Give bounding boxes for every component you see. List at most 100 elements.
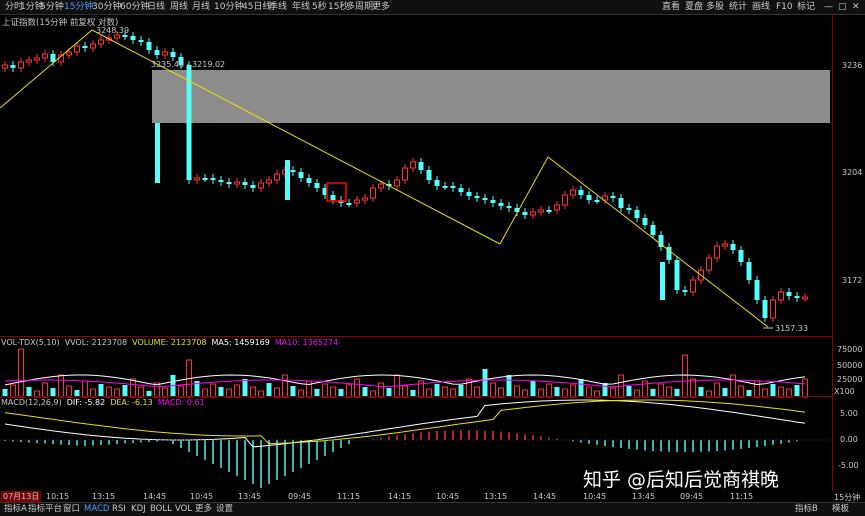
candle-body <box>314 183 320 188</box>
period-tab[interactable]: 年线 <box>292 1 310 13</box>
candle-body <box>530 211 536 216</box>
candle-body <box>738 250 744 262</box>
toolbar-button[interactable]: 夏盘 <box>685 1 703 13</box>
period-tab[interactable]: 15分钟 <box>64 1 93 13</box>
volume-bar <box>682 354 688 398</box>
toolbar-button[interactable]: F10 <box>776 1 793 13</box>
period-tab[interactable]: 多周期 <box>346 1 373 13</box>
range-label: 3235.46 - 3219.02 <box>151 60 225 69</box>
vvol-value: VVOL: 2123708 <box>64 338 128 347</box>
indicator-tab[interactable]: 指标A <box>4 504 27 515</box>
candlestick-chart[interactable]: 3248.39 3235.46 - 3219.02 3157.33 <box>0 14 832 502</box>
candle-body <box>722 243 728 247</box>
time-tick: 09:45 <box>680 492 704 501</box>
time-tick: 14:45 <box>533 492 557 501</box>
indicator-tab[interactable]: 更多 <box>195 504 212 515</box>
candle-body <box>394 179 400 187</box>
macd-value: MACD: 0.61 <box>157 398 205 407</box>
candle-body <box>714 245 720 259</box>
volume-bar <box>282 374 288 398</box>
minimize-icon[interactable]: — <box>824 1 833 13</box>
period-tab[interactable]: 5分钟 <box>40 1 64 13</box>
candle-body <box>546 210 552 212</box>
candle-body <box>82 46 88 48</box>
time-tick: 14:45 <box>143 492 167 501</box>
indicator-tab[interactable]: VOL <box>175 504 192 515</box>
candle-body <box>290 170 296 172</box>
candle-body <box>746 262 752 280</box>
toolbar-button[interactable]: 标记 <box>797 1 815 13</box>
volume-pane-divider <box>0 336 832 337</box>
restore-icon[interactable]: ▢ <box>838 1 847 13</box>
indicator-tab[interactable]: MACD <box>84 504 109 515</box>
volume-bar <box>578 379 584 397</box>
trend-line <box>0 29 93 109</box>
candle-body <box>482 198 488 200</box>
toolbar-button[interactable]: 多股 <box>706 1 724 13</box>
candle-body <box>586 195 592 200</box>
candle-body <box>754 280 760 300</box>
period-tab[interactable]: 季线 <box>269 1 287 13</box>
volume-bars <box>2 348 808 398</box>
indicator-tab[interactable]: 设置 <box>216 504 233 515</box>
time-tick: 14:15 <box>388 492 412 501</box>
indicator-tab[interactable]: 窗口 <box>63 504 80 515</box>
candle-body <box>306 178 312 183</box>
candle-body <box>274 173 280 181</box>
vol-name: VOL-TDX(5,10) <box>1 338 60 347</box>
indicator-tab[interactable]: 指标B <box>795 504 818 515</box>
candle-body <box>690 279 696 293</box>
indicator-tab[interactable]: 指标平台 <box>28 504 62 515</box>
period-tab[interactable]: 60分钟 <box>120 1 149 13</box>
time-tick: 13:45 <box>238 492 262 501</box>
indicator-tab[interactable]: 模板 <box>832 504 849 515</box>
toolbar-button[interactable]: 画线 <box>752 1 770 13</box>
candle-body <box>122 35 128 37</box>
indicator-tab-bar: 指标A 指标平台 窗口 MACD RSI KDJ BOLL VOL 更多 设置 指标B 模板 <box>0 502 865 516</box>
time-tick: 10:45 <box>190 492 214 501</box>
trend-line <box>499 156 549 245</box>
period-tab[interactable]: 更多 <box>372 1 390 13</box>
candle-body <box>802 296 808 300</box>
period-tab[interactable]: 月线 <box>192 1 210 13</box>
close-icon[interactable]: ✕ <box>852 1 860 13</box>
candle-body <box>442 186 448 188</box>
volume-bar <box>242 379 248 397</box>
candle-body <box>426 170 432 180</box>
low-label: 3157.33 <box>775 324 808 333</box>
price-tick: 3204 <box>842 168 863 177</box>
volume-bar <box>506 375 512 397</box>
period-tab[interactable]: 30分钟 <box>92 1 121 13</box>
period-tab[interactable]: 5秒 <box>312 1 327 13</box>
macd-tick: 0.00 <box>840 435 858 444</box>
candle-body <box>234 181 240 185</box>
candle-body <box>794 296 800 298</box>
indicator-tab[interactable]: KDJ <box>131 504 146 515</box>
volume-bar <box>730 374 736 398</box>
candle-body <box>218 180 224 182</box>
period-tab[interactable]: 周线 <box>170 1 188 13</box>
candle-body <box>762 300 768 318</box>
candle-body <box>466 192 472 196</box>
indicator-tab[interactable]: BOLL <box>150 504 172 515</box>
candle-body <box>285 160 290 200</box>
indicator-tab[interactable]: RSI <box>112 504 126 515</box>
candle-body <box>298 172 304 178</box>
volume-value: VOLUME: 2123708 <box>132 338 207 347</box>
candle-body <box>346 203 352 205</box>
volume-bar <box>42 382 48 398</box>
period-tab[interactable]: 日线 <box>147 1 165 13</box>
candle-body <box>490 200 496 203</box>
toolbar-button[interactable]: 统计 <box>729 1 747 13</box>
toolbar-button[interactable]: 直看 <box>662 1 680 13</box>
candle-body <box>770 299 776 319</box>
candle-body <box>74 45 80 53</box>
candle-body <box>634 210 640 218</box>
candle-body <box>554 204 560 211</box>
candle-body <box>10 65 16 68</box>
volume-bar <box>82 380 88 398</box>
candle-body <box>450 186 456 188</box>
period-tab[interactable]: 45日线 <box>242 1 271 13</box>
candle-body <box>2 64 8 69</box>
period-tab[interactable]: 10分钟 <box>214 1 243 13</box>
